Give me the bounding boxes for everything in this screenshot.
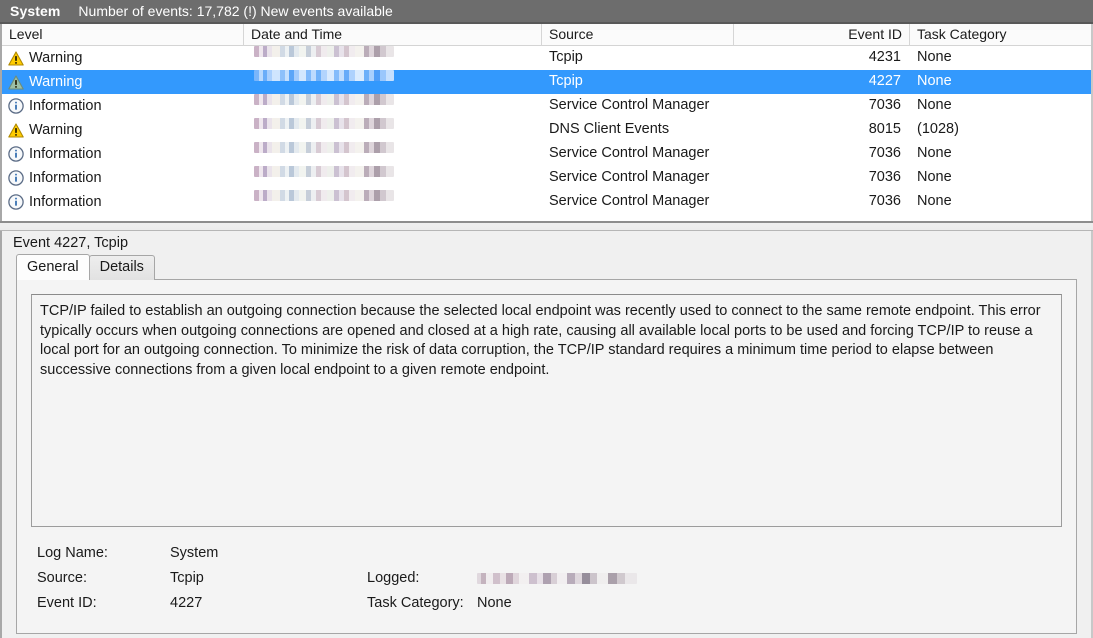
redacted-datetime (254, 70, 394, 81)
redacted-datetime (254, 190, 394, 201)
column-header-date-and-time[interactable]: Date and Time (244, 24, 542, 46)
level-label: Warning (29, 73, 83, 90)
level-label: Information (29, 97, 102, 114)
cell-source: Tcpip (549, 73, 583, 89)
table-row[interactable]: Information Service Control Manager 7036 No… (2, 190, 1091, 214)
warning-icon (8, 122, 24, 138)
info-icon (8, 146, 24, 162)
cell-level: Warning (2, 70, 244, 94)
metadata-value-secondary (477, 566, 637, 591)
event-metadata-grid: Log Name: System Source: Tcpip Logged: Event … (37, 541, 1076, 616)
metadata-row: Event ID: 4227 Task Category: None (37, 591, 1076, 616)
tab-general[interactable]: General (16, 254, 90, 280)
metadata-label-secondary: Logged: (367, 570, 420, 586)
cell-level: Information (2, 166, 244, 190)
cell-task-category: None (917, 169, 952, 185)
column-header-event-id[interactable]: Event ID (734, 24, 910, 46)
cell-task-category: None (917, 145, 952, 161)
metadata-value: 4227 (170, 595, 203, 611)
cell-level: Information (2, 94, 244, 118)
level-label: Information (29, 193, 102, 210)
cell-task-category: None (917, 97, 952, 113)
info-icon (8, 98, 24, 114)
redacted-datetime (254, 142, 394, 153)
cell-level: Warning (2, 46, 244, 70)
metadata-label: Event ID: (37, 595, 97, 611)
cell-source: Service Control Manager (549, 193, 710, 209)
events-list-panel[interactable]: Level Date and Time Source Event ID Task Cat… (0, 24, 1093, 221)
redacted-datetime (254, 118, 394, 129)
cell-event-id: 4227 (868, 73, 901, 89)
metadata-value: Tcpip (170, 570, 204, 586)
detail-tabstrip[interactable]: General Details (2, 254, 1091, 280)
column-header-task-category[interactable]: Task Category (910, 24, 1085, 46)
cell-level: Warning (2, 118, 244, 142)
log-header-bar: System Number of events: 17,782 (!) New … (0, 0, 1093, 24)
cell-date-and-time (244, 190, 542, 214)
level-label: Information (29, 169, 102, 186)
cell-event-id: 7036 (868, 169, 901, 185)
event-detail-title: Event 4227, Tcpip (2, 231, 1091, 255)
cell-event-id: 7036 (868, 97, 901, 113)
warning-icon (8, 74, 24, 90)
cell-source: Tcpip (549, 49, 583, 65)
cell-event-id: 4231 (868, 49, 901, 65)
column-header-source[interactable]: Source (542, 24, 734, 46)
info-icon (8, 170, 24, 186)
cell-level: Information (2, 142, 244, 166)
cell-date-and-time (244, 94, 542, 118)
cell-event-id: 7036 (868, 145, 901, 161)
column-header-level[interactable]: Level (2, 24, 244, 46)
cell-task-category: None (917, 49, 952, 65)
table-row[interactable]: Information Service Control Manager 7036 No… (2, 166, 1091, 190)
cell-event-id: 7036 (868, 193, 901, 209)
events-list-body[interactable]: Warning Tcpip 4231 None Warning Tcpip 4227 None… (2, 46, 1091, 214)
metadata-label: Log Name: (37, 545, 108, 561)
events-list-column-headers[interactable]: Level Date and Time Source Event ID Task Cat… (2, 24, 1091, 46)
event-description-box[interactable]: TCP/IP failed to establish an outgoing c… (31, 294, 1062, 527)
cell-source: Service Control Manager (549, 145, 710, 161)
table-row[interactable]: Information Service Control Manager 7036 No… (2, 94, 1091, 118)
cell-level: Information (2, 190, 244, 214)
cell-date-and-time (244, 70, 542, 94)
metadata-value: System (170, 545, 219, 561)
table-row[interactable]: Information Service Control Manager 7036 No… (2, 142, 1091, 166)
event-description-text: TCP/IP failed to establish an outgoing c… (40, 303, 1041, 378)
level-label: Information (29, 145, 102, 162)
redacted-logged-datetime (477, 573, 637, 584)
redacted-datetime (254, 166, 394, 177)
cell-source: DNS Client Events (549, 121, 670, 137)
cell-source: Service Control Manager (549, 169, 710, 185)
cell-task-category: None (917, 73, 952, 89)
log-status-label: Number of events: 17,782 (!) New events … (78, 3, 393, 19)
tab-details[interactable]: Details (88, 255, 155, 280)
info-icon (8, 194, 24, 210)
cell-date-and-time (244, 46, 542, 70)
table-row[interactable]: Warning Tcpip 4231 None (2, 46, 1091, 70)
metadata-label-secondary: Task Category: (367, 595, 464, 611)
cell-task-category: (1028) (917, 121, 959, 137)
table-row[interactable]: Warning Tcpip 4227 None (2, 70, 1091, 94)
cell-date-and-time (244, 142, 542, 166)
metadata-label-secondary (367, 541, 477, 566)
table-row[interactable]: Warning DNS Client Events 8015 (1028) (2, 118, 1091, 142)
cell-task-category: None (917, 193, 952, 209)
metadata-row: Log Name: System (37, 541, 1076, 566)
cell-event-id: 8015 (868, 121, 901, 137)
event-detail-pane: Event 4227, Tcpip General Details TCP/IP … (0, 231, 1093, 638)
log-name-label: System (10, 3, 61, 19)
metadata-value-secondary: None (477, 595, 512, 611)
cell-source: Service Control Manager (549, 97, 710, 113)
general-tab-panel: TCP/IP failed to establish an outgoing c… (16, 279, 1077, 634)
metadata-label: Source: (37, 570, 87, 586)
warning-icon (8, 50, 24, 66)
level-label: Warning (29, 49, 83, 66)
redacted-datetime (254, 46, 394, 57)
level-label: Warning (29, 121, 83, 138)
cell-date-and-time (244, 118, 542, 142)
redacted-datetime (254, 94, 394, 105)
horizontal-splitter[interactable] (0, 221, 1093, 231)
cell-date-and-time (244, 166, 542, 190)
metadata-row: Source: Tcpip Logged: (37, 566, 1076, 591)
